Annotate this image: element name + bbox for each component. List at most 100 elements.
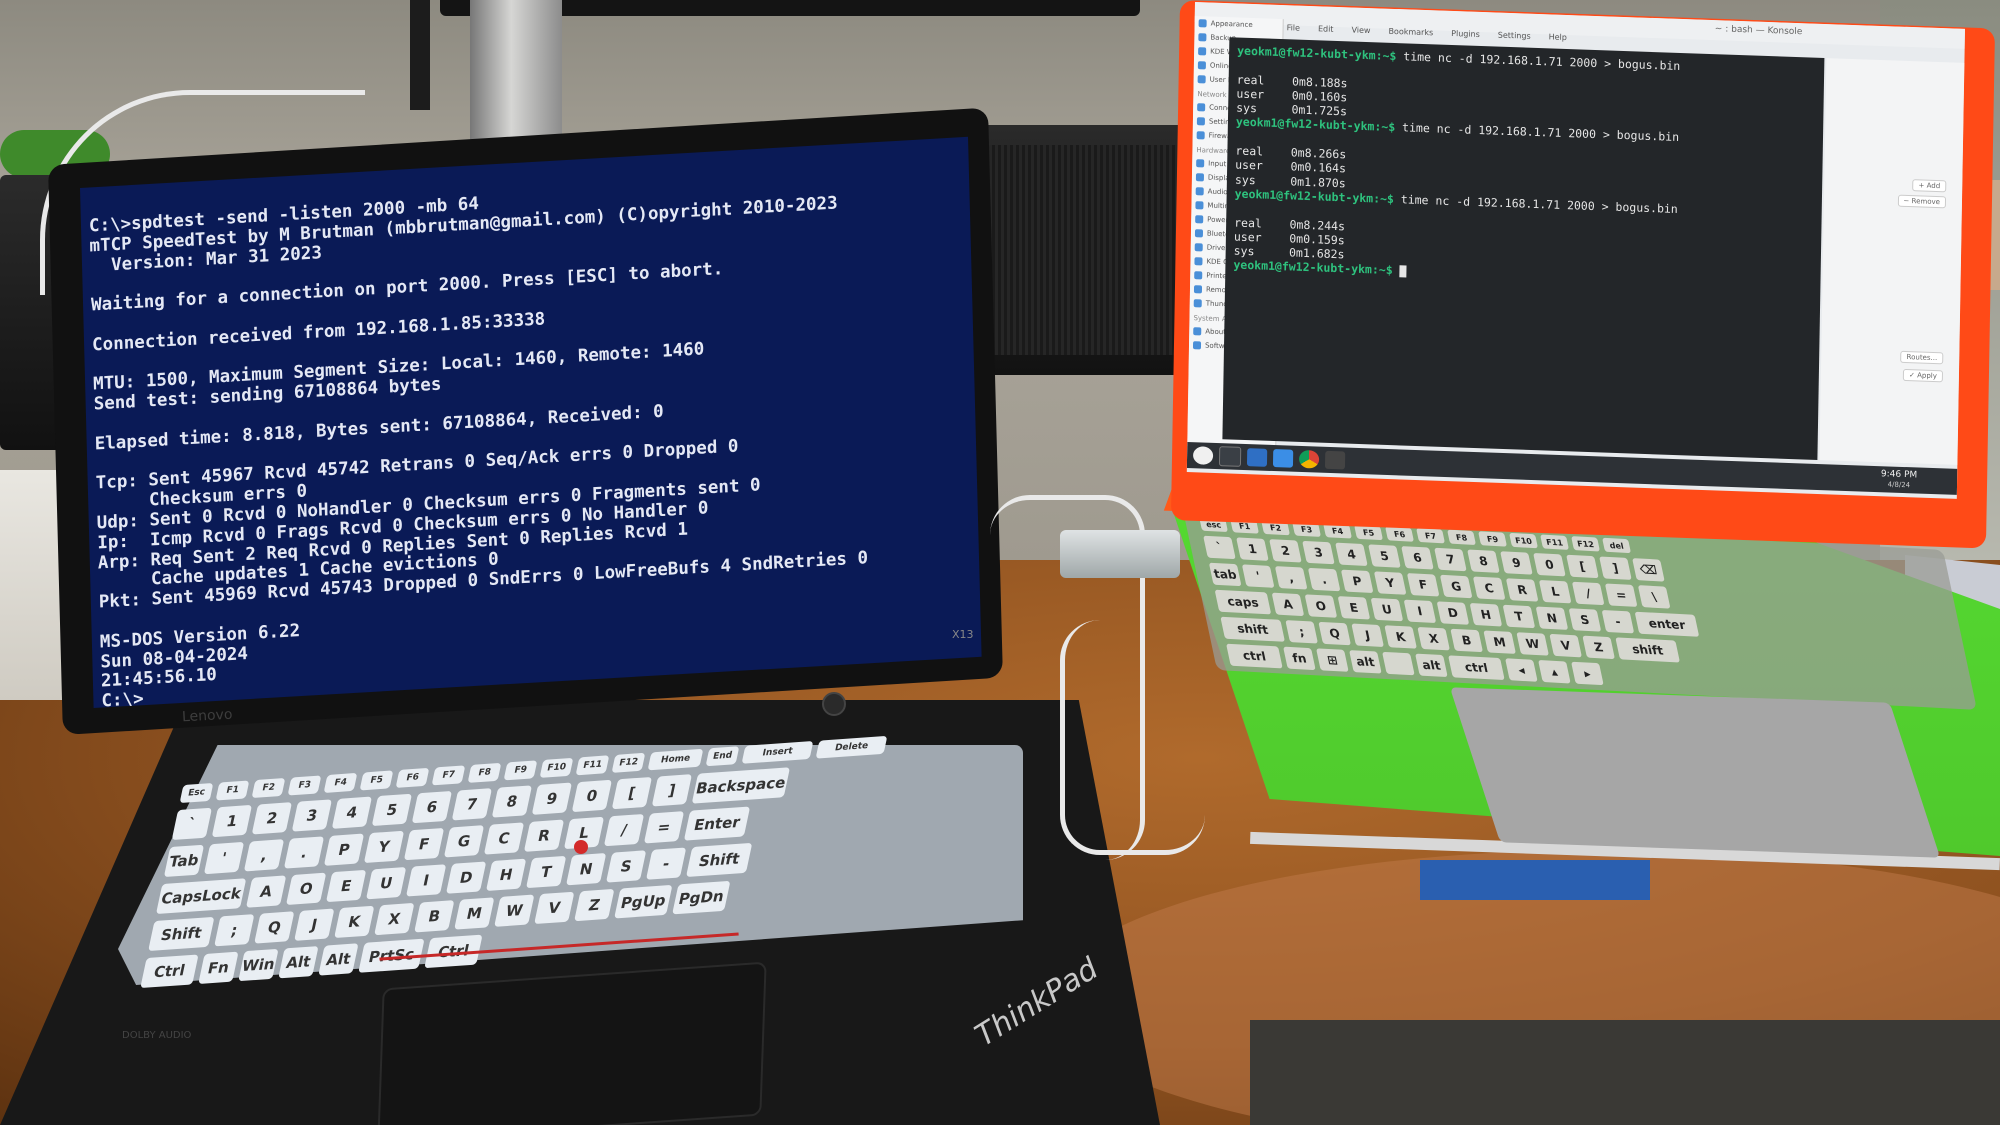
key[interactable]: L xyxy=(1538,579,1572,604)
key[interactable]: W xyxy=(494,894,535,927)
key[interactable]: V xyxy=(534,891,575,925)
menu-item[interactable]: Edit xyxy=(1318,24,1334,41)
taskbar-clock[interactable]: 9:46 PM 4/8/24 xyxy=(1881,469,1917,490)
key[interactable]: ; xyxy=(214,914,255,947)
key[interactable]: W xyxy=(1516,632,1549,656)
key[interactable]: 3 xyxy=(291,799,333,832)
menu-item[interactable]: Bookmarks xyxy=(1388,27,1433,45)
key[interactable]: 0 xyxy=(571,779,613,813)
key[interactable]: End xyxy=(705,746,740,767)
chrome-icon[interactable] xyxy=(1298,449,1320,469)
key[interactable]: F11 xyxy=(1540,534,1570,550)
key[interactable]: F7 xyxy=(1416,528,1446,544)
key[interactable]: E xyxy=(1337,596,1371,620)
key[interactable]: PgDn xyxy=(672,880,731,915)
key[interactable]: F3 xyxy=(287,775,322,796)
key[interactable]: ctrl xyxy=(1448,655,1505,681)
key[interactable]: N xyxy=(1535,606,1569,630)
key[interactable]: S xyxy=(605,850,647,883)
key[interactable]: ] xyxy=(1599,556,1632,580)
key[interactable]: 0 xyxy=(1533,552,1566,577)
key[interactable]: Insert xyxy=(741,741,814,764)
key[interactable]: ▸ xyxy=(1571,661,1604,686)
key[interactable]: R xyxy=(523,819,565,852)
key[interactable]: S xyxy=(1568,608,1602,632)
key[interactable]: , xyxy=(1274,566,1308,590)
key[interactable]: F10 xyxy=(1509,532,1539,549)
key[interactable]: Q xyxy=(1318,621,1351,646)
settings-button[interactable]: Routes... xyxy=(1900,350,1944,365)
key[interactable]: 8 xyxy=(491,785,533,818)
key[interactable]: fn xyxy=(1283,646,1316,671)
key[interactable]: O xyxy=(285,872,327,905)
key[interactable]: X xyxy=(374,902,415,936)
settings-button[interactable]: − Remove xyxy=(1897,194,1947,209)
key[interactable]: T xyxy=(1502,604,1536,629)
key[interactable]: K xyxy=(1384,625,1417,649)
key[interactable]: ⊞ xyxy=(1316,648,1349,672)
files-taskbar-icon[interactable] xyxy=(1272,449,1294,468)
key[interactable]: ] xyxy=(651,774,693,807)
key[interactable]: F5 xyxy=(359,770,394,791)
key[interactable]: F xyxy=(1406,573,1440,597)
key[interactable]: ' xyxy=(1241,564,1275,588)
key[interactable]: Q xyxy=(254,911,295,944)
key[interactable]: = xyxy=(643,811,685,844)
key[interactable]: I xyxy=(405,864,447,897)
key[interactable] xyxy=(1382,651,1415,676)
key[interactable]: A xyxy=(245,875,287,908)
key[interactable]: F2 xyxy=(251,777,286,799)
key[interactable]: 2 xyxy=(251,802,293,835)
menu-item[interactable]: Settings xyxy=(1498,31,1531,48)
menu-item[interactable]: File xyxy=(1286,23,1301,39)
key[interactable]: F4 xyxy=(323,772,358,793)
key[interactable]: B xyxy=(1450,628,1483,653)
key[interactable]: 6 xyxy=(411,790,453,824)
key[interactable]: Delete xyxy=(815,735,888,759)
key[interactable]: shift xyxy=(1220,616,1285,642)
key[interactable]: F1 xyxy=(215,780,250,801)
key[interactable]: . xyxy=(283,836,325,869)
key[interactable]: F12 xyxy=(611,752,646,773)
key[interactable]: M xyxy=(1483,630,1516,654)
key[interactable]: 1 xyxy=(211,804,253,838)
key[interactable]: F6 xyxy=(395,767,430,788)
key[interactable]: J xyxy=(1351,623,1384,647)
thinkpad-touchpad[interactable] xyxy=(377,961,767,1125)
key[interactable]: F10 xyxy=(539,757,574,778)
key[interactable]: Esc xyxy=(179,782,214,804)
key[interactable]: 1 xyxy=(1236,537,1269,561)
key[interactable]: ` xyxy=(1203,535,1236,560)
trackpoint[interactable] xyxy=(574,840,588,854)
key[interactable]: C xyxy=(483,822,525,855)
konsole-taskbar-icon[interactable] xyxy=(1324,450,1346,470)
key[interactable]: T xyxy=(525,855,567,889)
key[interactable]: CapsLock xyxy=(155,878,247,915)
framework-touchpad[interactable] xyxy=(1449,687,1941,858)
key[interactable]: 2 xyxy=(1269,539,1302,563)
key[interactable]: \ xyxy=(1637,585,1671,609)
key[interactable]: P xyxy=(323,833,365,866)
key[interactable]: F11 xyxy=(575,755,610,776)
key[interactable]: M xyxy=(454,897,495,930)
key[interactable]: ; xyxy=(1285,620,1318,644)
menu-item[interactable]: Help xyxy=(1548,32,1567,49)
key[interactable]: U xyxy=(365,867,407,900)
key[interactable]: Alt xyxy=(278,946,319,979)
key[interactable]: A xyxy=(1271,592,1305,617)
key[interactable]: H xyxy=(1469,603,1503,627)
key[interactable]: tab xyxy=(1208,562,1242,587)
key[interactable]: Enter xyxy=(683,806,751,841)
power-button[interactable] xyxy=(822,692,846,716)
key[interactable]: ⌫ xyxy=(1632,558,1665,582)
terminal-taskbar-icon[interactable] xyxy=(1218,446,1242,467)
key[interactable]: ▴ xyxy=(1538,660,1571,684)
key[interactable]: - xyxy=(645,847,687,880)
key[interactable]: 5 xyxy=(1368,544,1401,568)
key[interactable]: F8 xyxy=(467,762,502,783)
key[interactable]: Shift xyxy=(685,842,753,878)
key[interactable]: G xyxy=(443,825,485,858)
key[interactable]: Home xyxy=(647,748,704,771)
key[interactable]: , xyxy=(243,839,285,872)
key[interactable]: F xyxy=(403,827,445,861)
